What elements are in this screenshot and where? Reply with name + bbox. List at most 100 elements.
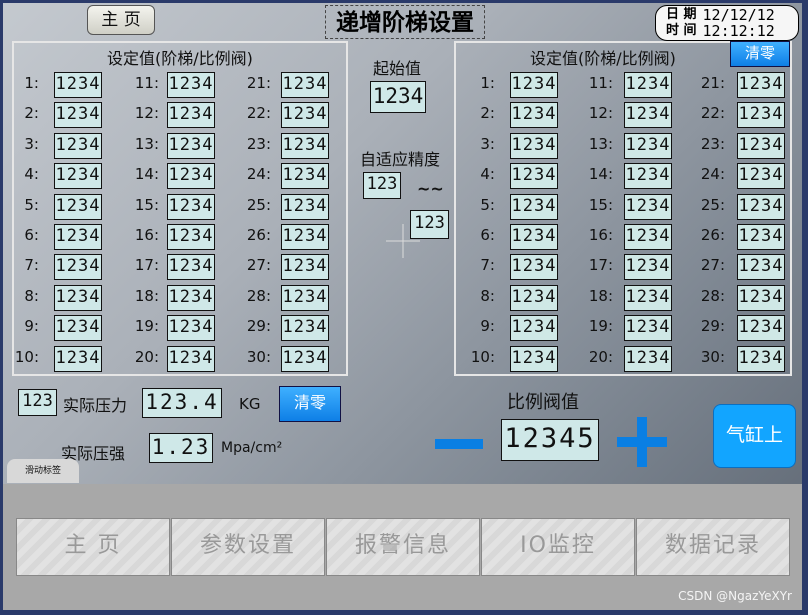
small-value-field[interactable]: 123 (18, 389, 57, 416)
right-setpoint-value-field[interactable]: 1234 (624, 102, 672, 129)
precision-field-1[interactable]: 123 (363, 172, 401, 199)
right-setpoint-value-field[interactable]: 1234 (624, 72, 672, 98)
minus-icon[interactable] (435, 439, 483, 449)
left-setpoint-value-field[interactable]: 1234 (167, 132, 215, 159)
left-setpoint-index-label: 19: (134, 317, 159, 336)
right-setpoint-value-field[interactable]: 1234 (624, 315, 672, 342)
precision-label: 自适应精度 (360, 150, 441, 169)
right-setpoint-value-field[interactable]: 1234 (624, 132, 672, 159)
left-setpoint-value-field[interactable]: 1234 (167, 315, 215, 342)
right-setpoint-value-field[interactable]: 1234 (510, 284, 558, 311)
left-setpoint-value-field[interactable]: 1234 (281, 315, 329, 342)
right-setpoint-value-field[interactable]: 1234 (510, 224, 558, 250)
nav-io-monitor[interactable]: IO监控 (481, 518, 635, 576)
right-setpoint-value-field[interactable]: 1234 (737, 345, 785, 372)
left-setpoint-value-field[interactable]: 1234 (54, 163, 102, 190)
right-setpoint-value-field[interactable]: 1234 (737, 193, 785, 220)
right-setpoint-value-field[interactable]: 1234 (624, 284, 672, 311)
left-setpoint-value-field[interactable]: 1234 (167, 254, 215, 281)
right-setpoint-value-field[interactable]: 1234 (737, 224, 785, 250)
start-value-field[interactable]: 1234 (370, 81, 426, 113)
left-setpoint-value-field[interactable]: 1234 (167, 284, 215, 311)
right-setpoint-value-field[interactable]: 1234 (737, 163, 785, 190)
left-setpoint-index-label: 17: (134, 256, 159, 275)
left-setpoint-value-field[interactable]: 1234 (54, 102, 102, 129)
right-setpoint-value-field[interactable]: 1234 (737, 132, 785, 159)
left-setpoint-value-field[interactable]: 1234 (54, 132, 102, 159)
left-setpoint-value-field[interactable]: 1234 (281, 132, 329, 159)
right-setpoint-index-label: 12: (588, 104, 613, 123)
right-setpoint-value-field[interactable]: 1234 (737, 315, 785, 342)
left-setpoint-value-field[interactable]: 1234 (54, 345, 102, 372)
right-setpoint-value-field[interactable]: 1234 (510, 163, 558, 190)
right-setpoint-value-field[interactable]: 1234 (624, 254, 672, 281)
right-setpoint-index-label: 8: (480, 286, 495, 305)
left-setpoint-index-label: 24: (246, 165, 271, 184)
right-setpoint-value-field[interactable]: 1234 (624, 224, 672, 250)
left-setpoint-value-field[interactable]: 1234 (167, 224, 215, 250)
force-clear-button[interactable]: 清零 (279, 386, 341, 422)
home-button[interactable]: 主 页 (87, 5, 155, 35)
left-setpoint-value-field[interactable]: 1234 (167, 72, 215, 98)
left-setpoint-index-label: 18: (134, 286, 159, 305)
right-setpoint-index-label: 29: (700, 317, 725, 336)
left-setpoint-value-field[interactable]: 1234 (54, 254, 102, 281)
range-tilde: ~~ (417, 179, 444, 198)
left-setpoint-value-field[interactable]: 1234 (281, 193, 329, 220)
start-value-label: 起始值 (373, 59, 422, 78)
right-setpoint-value-field[interactable]: 1234 (737, 72, 785, 98)
nav-data-log[interactable]: 数据记录 (636, 518, 790, 576)
right-setpoint-value-field[interactable]: 1234 (510, 345, 558, 372)
right-setpoint-value-field[interactable]: 1234 (624, 163, 672, 190)
right-setpoint-value-field[interactable]: 1234 (510, 72, 558, 98)
left-setpoint-value-field[interactable]: 1234 (281, 224, 329, 250)
stress-unit: Mpa/cm² (221, 440, 283, 456)
plus-icon[interactable] (617, 417, 667, 467)
right-setpoint-value-field[interactable]: 1234 (737, 254, 785, 281)
left-setpoint-value-field[interactable]: 1234 (54, 72, 102, 98)
datetime-display: 日 期 12/12/12 时 间 12:12:12 (655, 5, 799, 41)
left-setpoint-value-field[interactable]: 1234 (281, 163, 329, 190)
right-setpoint-value-field[interactable]: 1234 (737, 102, 785, 129)
right-setpoint-index-label: 13: (588, 134, 613, 153)
left-setpoint-index-label: 16: (134, 226, 159, 244)
left-setpoint-value-field[interactable]: 1234 (54, 224, 102, 250)
left-setpoint-value-field[interactable]: 1234 (54, 193, 102, 220)
time-value: 12:12:12 (702, 22, 775, 40)
right-setpoint-index-label: 3: (480, 134, 495, 153)
right-setpoint-value-field[interactable]: 1234 (624, 193, 672, 220)
left-setpoint-value-field[interactable]: 1234 (54, 315, 102, 342)
cylinder-up-button[interactable]: 气缸上 (713, 404, 796, 468)
left-setpoint-value-field[interactable]: 1234 (281, 284, 329, 311)
left-setpoint-value-field[interactable]: 1234 (281, 72, 329, 98)
nav-parameters[interactable]: 参数设置 (171, 518, 325, 576)
left-setpoint-index-label: 12: (134, 104, 159, 123)
left-setpoint-value-field[interactable]: 1234 (281, 102, 329, 129)
right-setpoint-value-field[interactable]: 1234 (624, 345, 672, 372)
left-setpoint-value-field[interactable]: 1234 (281, 254, 329, 281)
valve-label: 比例阀值 (507, 392, 579, 413)
time-label: 时 间 (666, 23, 697, 38)
valve-value: 12345 (501, 419, 599, 461)
crosshair-icon (386, 224, 420, 258)
left-setpoint-index-label: 29: (246, 317, 271, 336)
slide-tab[interactable]: 滑动标签 (7, 459, 79, 483)
right-setpoint-value-field[interactable]: 1234 (737, 284, 785, 311)
right-setpoint-value-field[interactable]: 1234 (510, 132, 558, 159)
right-clear-button[interactable]: 清零 (730, 41, 790, 67)
left-setpoint-value-field[interactable]: 1234 (167, 345, 215, 372)
right-setpoint-value-field[interactable]: 1234 (510, 254, 558, 281)
left-setpoint-value-field[interactable]: 1234 (167, 163, 215, 190)
right-setpoint-value-field[interactable]: 1234 (510, 315, 558, 342)
right-setpoint-index-label: 21: (700, 74, 725, 92)
right-setpoint-value-field[interactable]: 1234 (510, 193, 558, 220)
right-setpoint-index-label: 25: (700, 195, 725, 214)
left-setpoint-value-field[interactable]: 1234 (54, 284, 102, 311)
nav-home[interactable]: 主 页 (16, 518, 170, 576)
left-setpoint-value-field[interactable]: 1234 (167, 193, 215, 220)
left-setpoint-value-field[interactable]: 1234 (167, 102, 215, 129)
left-setpoint-value-field[interactable]: 1234 (281, 345, 329, 372)
nav-alarms[interactable]: 报警信息 (326, 518, 480, 576)
left-setpoint-index-label: 27: (246, 256, 271, 275)
right-setpoint-value-field[interactable]: 1234 (510, 102, 558, 129)
